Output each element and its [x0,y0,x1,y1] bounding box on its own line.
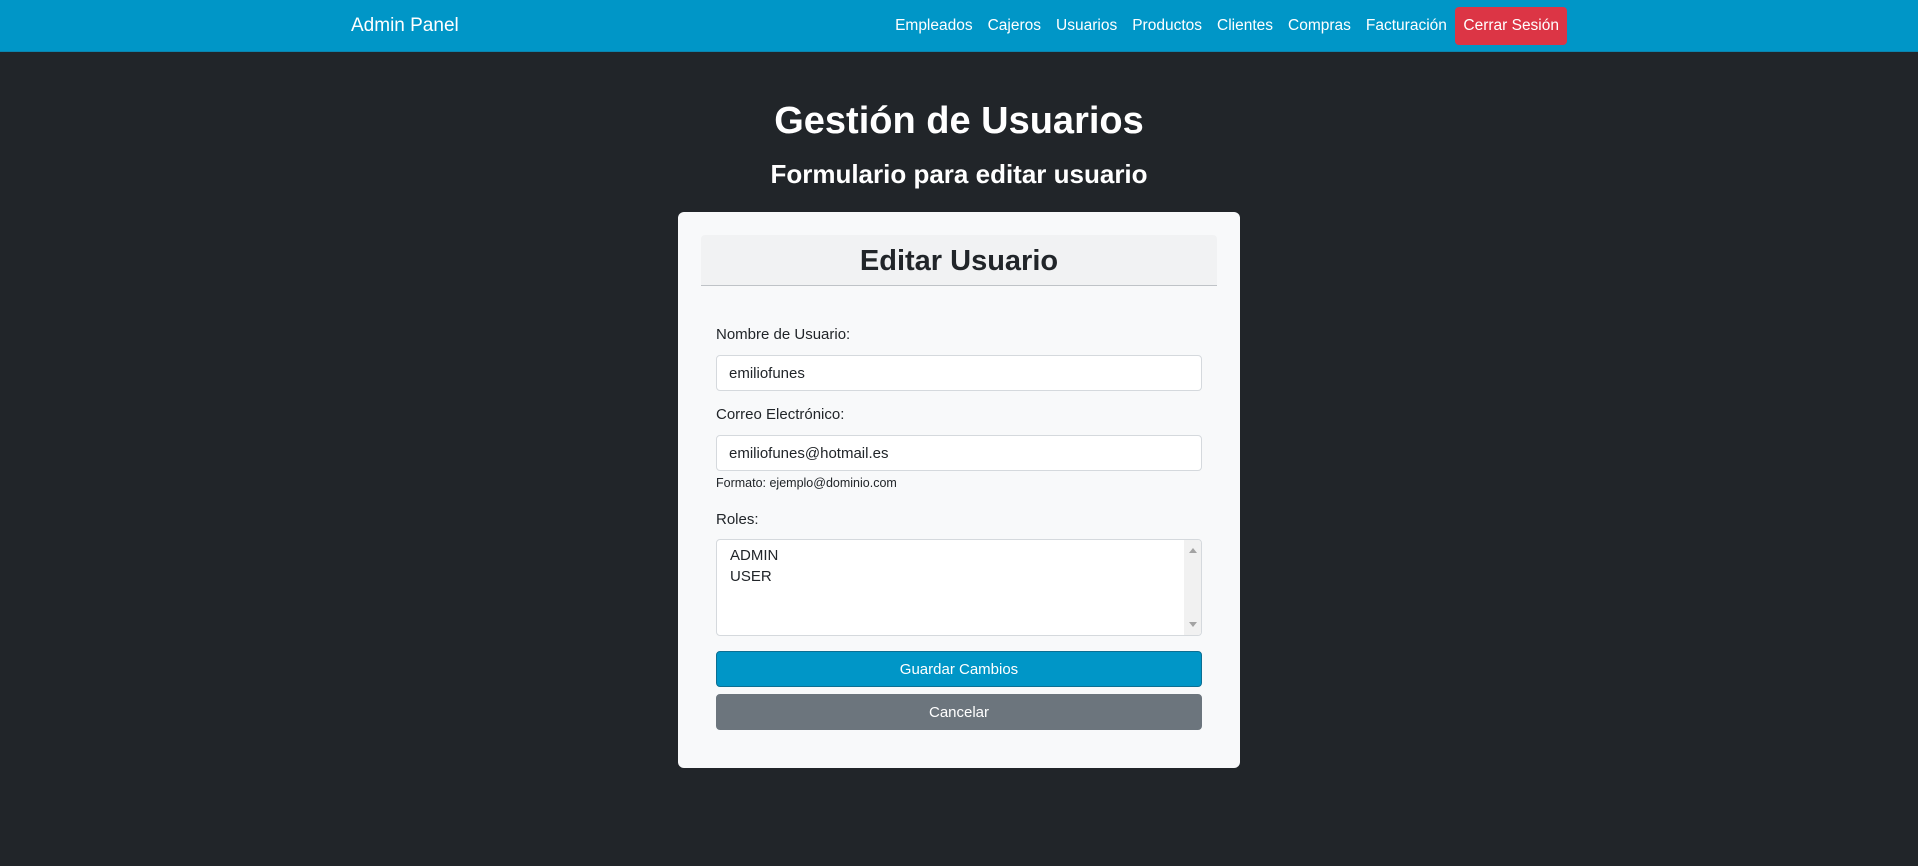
username-input[interactable] [716,355,1202,391]
scroll-down-icon[interactable] [1189,622,1197,627]
nav-link-compras[interactable]: Compras [1281,8,1359,44]
email-label: Correo Electrónico: [716,406,845,423]
roles-label: Roles: [716,511,759,528]
page-title: Gestión de Usuarios [774,100,1144,142]
nav-link-clientes[interactable]: Clientes [1210,8,1281,44]
role-option-user[interactable]: USER [730,568,772,585]
nav-link-facturacion[interactable]: Facturación [1358,8,1454,44]
nav-link-productos[interactable]: Productos [1125,8,1210,44]
email-input[interactable] [716,435,1202,471]
brand-link[interactable]: Admin Panel [351,0,459,52]
edit-user-card: Editar Usuario Nombre de Usuario: Correo… [678,212,1240,768]
email-format-help: Formato: ejemplo@dominio.com [716,476,897,490]
roles-select[interactable]: ADMIN USER [716,539,1202,636]
page-subtitle: Formulario para editar usuario [770,159,1148,189]
save-changes-button[interactable]: Guardar Cambios [716,651,1202,687]
nav-link-usuarios[interactable]: Usuarios [1049,8,1125,44]
scroll-up-icon[interactable] [1189,548,1197,553]
top-navbar: Admin Panel Empleados Cajeros Usuarios P… [0,0,1918,52]
logout-button[interactable]: Cerrar Sesión [1455,7,1567,45]
cancel-button[interactable]: Cancelar [716,694,1202,730]
card-header: Editar Usuario [701,235,1217,286]
username-label: Nombre de Usuario: [716,326,851,343]
nav-link-cajeros[interactable]: Cajeros [980,8,1048,44]
role-option-admin[interactable]: ADMIN [730,547,778,564]
nav-links: Empleados Cajeros Usuarios Productos Cli… [888,7,1567,45]
nav-link-empleados[interactable]: Empleados [888,8,981,44]
roles-scrollbar[interactable] [1184,540,1201,635]
